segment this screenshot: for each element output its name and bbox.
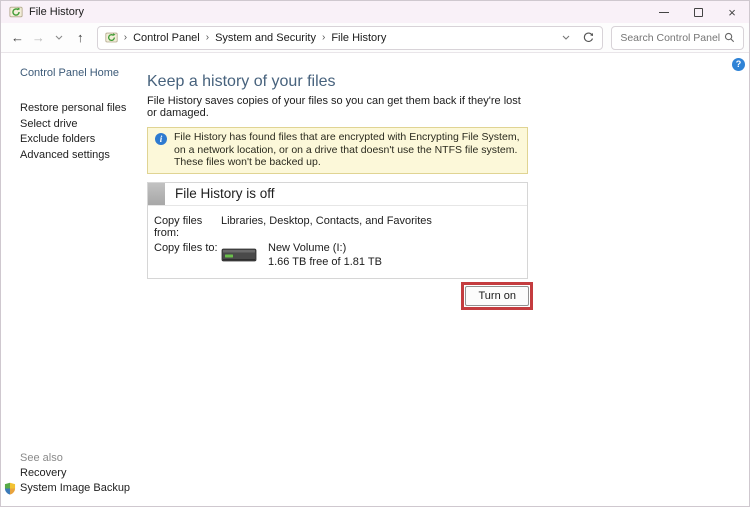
sidebar: Control Panel Home Restore personal file… bbox=[1, 53, 142, 506]
file-history-status-box: File History is off Copy files from: Lib… bbox=[147, 182, 528, 279]
close-icon: × bbox=[728, 6, 736, 19]
breadcrumb-file-history[interactable]: File History bbox=[331, 32, 386, 44]
chevron-down-icon bbox=[55, 35, 63, 40]
drive-free-space: 1.66 TB free of 1.81 TB bbox=[268, 256, 382, 268]
hard-drive-icon bbox=[221, 246, 257, 268]
info-icon: i bbox=[155, 133, 167, 145]
see-also-heading: See also bbox=[20, 451, 130, 466]
search-icon[interactable] bbox=[724, 32, 735, 43]
security-shield-icon bbox=[4, 482, 16, 495]
address-bar[interactable]: › Control Panel › System and Security › … bbox=[97, 26, 604, 50]
breadcrumb-system-and-security[interactable]: System and Security bbox=[215, 32, 316, 44]
window-controls: × bbox=[647, 1, 749, 23]
copy-from-label: Copy files from: bbox=[154, 215, 221, 239]
target-drive: New Volume (I:) 1.66 TB free of 1.81 TB bbox=[221, 242, 382, 268]
minimize-icon bbox=[659, 12, 669, 13]
breadcrumb-separator: › bbox=[206, 32, 209, 43]
drive-info: New Volume (I:) 1.66 TB free of 1.81 TB bbox=[268, 242, 382, 268]
chevron-down-icon bbox=[562, 35, 570, 40]
status-body: Copy files from: Libraries, Desktop, Con… bbox=[148, 206, 527, 278]
location-icon bbox=[105, 31, 118, 44]
file-history-window: File History × ← → ↑ › Control Panel › S… bbox=[0, 0, 750, 507]
warning-banner: i File History has found files that are … bbox=[147, 127, 528, 174]
status-title: File History is off bbox=[175, 186, 275, 201]
sidebar-item-select-drive[interactable]: Select drive bbox=[20, 117, 142, 133]
refresh-icon bbox=[582, 31, 595, 44]
breadcrumb-separator: › bbox=[124, 32, 127, 43]
red-highlight-annotation: Turn on bbox=[461, 282, 533, 310]
search-box bbox=[611, 26, 744, 50]
navigation-bar: ← → ↑ › Control Panel › System and Secur… bbox=[1, 23, 749, 53]
maximize-icon bbox=[694, 8, 703, 17]
turn-on-button[interactable]: Turn on bbox=[465, 286, 529, 306]
sidebar-task-links: Restore personal files Select drive Excl… bbox=[20, 101, 142, 163]
back-button[interactable]: ← bbox=[7, 27, 28, 49]
window-title: File History bbox=[29, 6, 84, 18]
status-indicator-square bbox=[148, 183, 165, 205]
maximize-button[interactable] bbox=[681, 1, 715, 23]
up-button[interactable]: ↑ bbox=[70, 27, 91, 49]
button-row: Turn on bbox=[147, 282, 533, 310]
page-title: Keep a history of your files bbox=[147, 73, 528, 91]
close-button[interactable]: × bbox=[715, 1, 749, 23]
breadcrumb-control-panel[interactable]: Control Panel bbox=[133, 32, 200, 44]
system-image-backup-label: System Image Backup bbox=[20, 481, 130, 496]
sidebar-item-recovery[interactable]: Recovery bbox=[20, 466, 130, 481]
minimize-button[interactable] bbox=[647, 1, 681, 23]
file-history-app-icon bbox=[9, 5, 23, 19]
content-area: ? Control Panel Home Restore personal fi… bbox=[1, 53, 749, 506]
address-dropdown-button[interactable] bbox=[562, 35, 570, 40]
status-header: File History is off bbox=[148, 183, 527, 206]
sidebar-item-control-panel-home[interactable]: Control Panel Home bbox=[20, 67, 142, 79]
copy-to-label: Copy files to: bbox=[154, 242, 221, 268]
drive-name: New Volume (I:) bbox=[268, 242, 382, 254]
see-also-section: See also Recovery System Image Backup bbox=[20, 451, 130, 496]
copy-to-row: Copy files to: N bbox=[154, 242, 521, 268]
copy-from-row: Copy files from: Libraries, Desktop, Con… bbox=[154, 215, 521, 239]
forward-button[interactable]: → bbox=[28, 27, 49, 49]
sidebar-item-system-image-backup[interactable]: System Image Backup bbox=[4, 481, 130, 496]
search-input[interactable] bbox=[620, 32, 724, 44]
recent-locations-dropdown[interactable] bbox=[49, 27, 70, 49]
titlebar: File History × bbox=[1, 1, 749, 23]
sidebar-item-advanced-settings[interactable]: Advanced settings bbox=[20, 148, 142, 164]
main-panel: Keep a history of your files File Histor… bbox=[147, 73, 528, 310]
page-description: File History saves copies of your files … bbox=[147, 95, 528, 119]
breadcrumb-separator: › bbox=[322, 32, 325, 43]
sidebar-item-restore-personal-files[interactable]: Restore personal files bbox=[20, 101, 142, 117]
refresh-button[interactable] bbox=[582, 31, 595, 44]
copy-from-value: Libraries, Desktop, Contacts, and Favori… bbox=[221, 215, 432, 239]
help-button[interactable]: ? bbox=[732, 58, 745, 71]
sidebar-item-exclude-folders[interactable]: Exclude folders bbox=[20, 132, 142, 148]
warning-text: File History has found files that are en… bbox=[174, 131, 520, 169]
